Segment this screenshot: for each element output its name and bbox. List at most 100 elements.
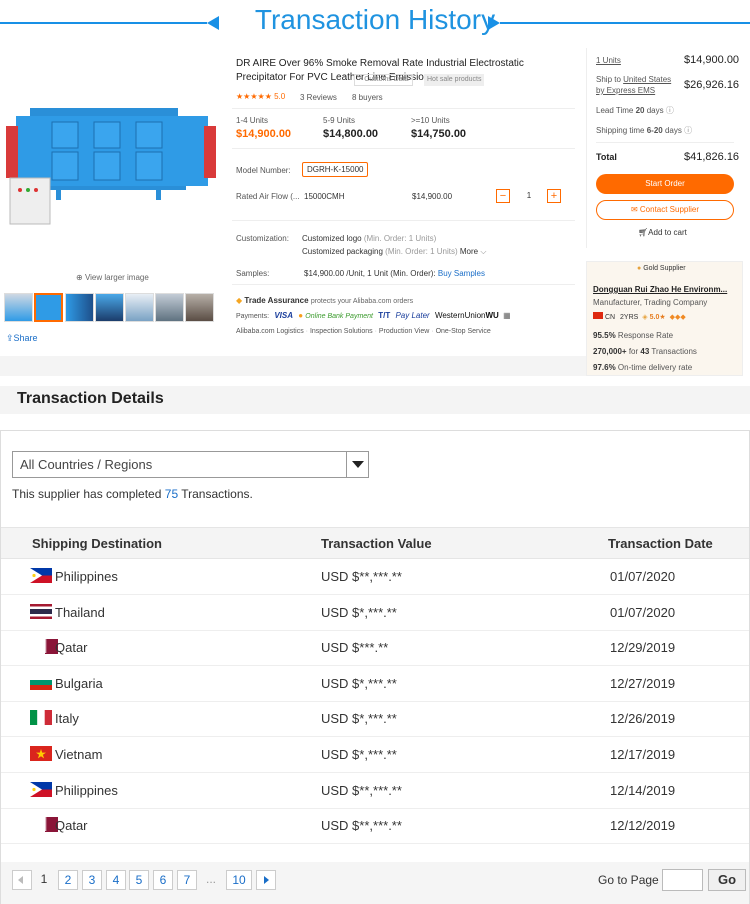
page-7[interactable]: 7 <box>177 870 197 890</box>
supplier-name-link[interactable]: Dongguan Rui Zhao He Environm... <box>593 285 727 294</box>
contact-supplier-button[interactable]: ✉ Contact Supplier <box>596 200 734 220</box>
completed-count: 75 <box>164 487 179 501</box>
airflow-price: $14,900.00 <box>412 192 453 201</box>
destination-cell: Bulgaria <box>55 676 103 691</box>
thumbnail-1[interactable] <box>4 293 33 322</box>
share-link[interactable]: ⇪Share <box>6 333 38 344</box>
bank-payment: Online Bank Payment <box>305 313 373 320</box>
quantity-plus-button[interactable]: + <box>547 189 561 203</box>
value-cell: USD $***.** <box>321 640 389 655</box>
value-cell: USD $*,***.** <box>321 711 397 726</box>
more-payments-icon: ▦ <box>503 311 511 320</box>
service-logistics[interactable]: Alibaba.com Logistics <box>236 328 304 335</box>
buy-samples-link[interactable]: Buy Samples <box>438 269 485 278</box>
more-link[interactable]: More <box>460 247 478 256</box>
product-image[interactable] <box>6 96 216 226</box>
service-inspection[interactable]: Inspection Solutions <box>310 328 373 335</box>
page-3[interactable]: 3 <box>82 870 102 890</box>
transactions-summary: 270,000+ for 43 Transactions <box>593 347 697 356</box>
quantity-input[interactable]: 1 <box>515 189 543 203</box>
date-cell: 12/26/2019 <box>610 711 676 726</box>
add-to-cart-link[interactable]: 🛒︎Add to cart <box>638 228 687 237</box>
pay-later: Pay Later <box>395 311 430 320</box>
service-production[interactable]: Production View <box>379 328 429 335</box>
thumbnail-7[interactable] <box>185 293 214 322</box>
pagination: 1 2 3 4 5 6 7 ... 10 Go to Page Go <box>1 862 749 904</box>
tier-price-3: $14,750.00 <box>411 128 467 140</box>
samples-row: $14,900.00 /Unit, 1 Unit (Min. Order): B… <box>304 269 485 278</box>
divider <box>232 148 575 149</box>
value-cell: USD $**,***.** <box>321 569 402 584</box>
customs-data-tag[interactable]: ◔ Customs Data <box>354 74 413 86</box>
flag-icon <box>30 604 52 619</box>
page-5[interactable]: 5 <box>129 870 149 890</box>
ship-country-link[interactable]: United States <box>623 75 671 84</box>
hot-sale-tag: Hot sale products <box>424 74 485 86</box>
trade-assurance-row[interactable]: ◆ Trade Assurance protects your Alibaba.… <box>236 296 413 305</box>
shield-icon: ◆ <box>236 296 243 305</box>
divider <box>232 220 575 221</box>
page-4[interactable]: 4 <box>106 870 126 890</box>
custom-packaging-row: Customized packaging (Min. Order: 1 Unit… <box>302 247 487 256</box>
flag-icon <box>30 568 52 583</box>
lead-time: Lead Time 20 days ⓘ <box>596 106 674 115</box>
units-selector[interactable]: 1 Units <box>596 56 621 65</box>
tier-range-3: >=10 Units <box>411 116 450 125</box>
tier-price-1: $14,900.00 <box>236 128 292 140</box>
table-row: Bulgaria USD $*,***.** 12/27/2019 <box>1 666 749 702</box>
page-current: 1 <box>40 872 48 886</box>
thumbnail-5[interactable] <box>125 293 154 322</box>
header-line-right <box>500 22 750 24</box>
thumbnail-2[interactable] <box>34 293 63 322</box>
go-button[interactable]: Go <box>708 869 746 891</box>
response-rate: 95.5% Response Rate <box>593 331 674 340</box>
divider <box>596 142 734 143</box>
table-row: Qatar USD $**,***.** 12/12/2019 <box>1 808 749 844</box>
next-page-button[interactable] <box>256 870 276 890</box>
page-2[interactable]: 2 <box>58 870 78 890</box>
table-row: Vietnam USD $*,***.** 12/17/2019 <box>1 737 749 773</box>
info-icon[interactable]: ⓘ <box>666 106 674 115</box>
flag-icon <box>30 782 52 797</box>
payments-row: Payments: VISA ● Online Bank Payment T/T… <box>236 311 511 320</box>
ship-method-link[interactable]: by Express EMS <box>596 86 655 95</box>
units-price: $14,900.00 <box>684 54 740 66</box>
page-header: Transaction History <box>0 0 750 48</box>
verified-icon: ◈ <box>642 314 648 321</box>
tt-icon: T/T <box>378 311 391 320</box>
model-option[interactable]: DGRH-K-15000 <box>302 162 369 177</box>
reviews-link[interactable]: 3 Reviews <box>300 93 337 102</box>
goto-label: Go to Page <box>598 873 659 887</box>
thumbnail-3[interactable] <box>65 293 94 322</box>
value-cell: USD $*,***.** <box>321 605 397 620</box>
region-select[interactable]: All Countries / Regions <box>12 451 369 478</box>
quantity-minus-button[interactable]: − <box>496 189 510 203</box>
caret-right-icon <box>264 876 269 884</box>
rating-score: 5.0 <box>274 92 286 101</box>
page-10[interactable]: 10 <box>226 870 252 890</box>
destination-cell: Philippines <box>55 783 118 798</box>
thumbnail-6[interactable] <box>155 293 184 322</box>
column-header-destination: Shipping Destination <box>32 536 162 551</box>
thumbnail-4[interactable] <box>95 293 124 322</box>
region-select-value: All Countries / Regions <box>20 457 153 472</box>
buyers-count: 8 buyers <box>352 93 383 102</box>
total-label: Total <box>596 152 617 162</box>
section-title: Transaction Details <box>17 390 164 407</box>
prev-page-button[interactable] <box>12 870 32 890</box>
page-6[interactable]: 6 <box>153 870 173 890</box>
star-icons: ★★★★★ <box>236 92 272 101</box>
dropdown-button[interactable] <box>346 452 368 477</box>
view-larger-link[interactable]: ⊕ View larger image <box>76 273 149 282</box>
date-cell: 12/27/2019 <box>610 676 676 691</box>
goto-page-input[interactable] <box>662 869 703 891</box>
customization-label: Customization: <box>236 234 289 243</box>
start-order-button[interactable]: Start Order <box>596 174 734 194</box>
airflow-label: Rated Air Flow (... <box>236 192 300 201</box>
destination-cell: Qatar <box>55 640 88 655</box>
column-header-value: Transaction Value <box>321 536 432 551</box>
ontime-rate: 97.6% On-time delivery rate <box>593 363 693 372</box>
info-icon[interactable]: ⓘ <box>684 126 692 135</box>
service-one-stop[interactable]: One-Stop Service <box>436 328 491 335</box>
tier-price-2: $14,800.00 <box>323 128 379 140</box>
